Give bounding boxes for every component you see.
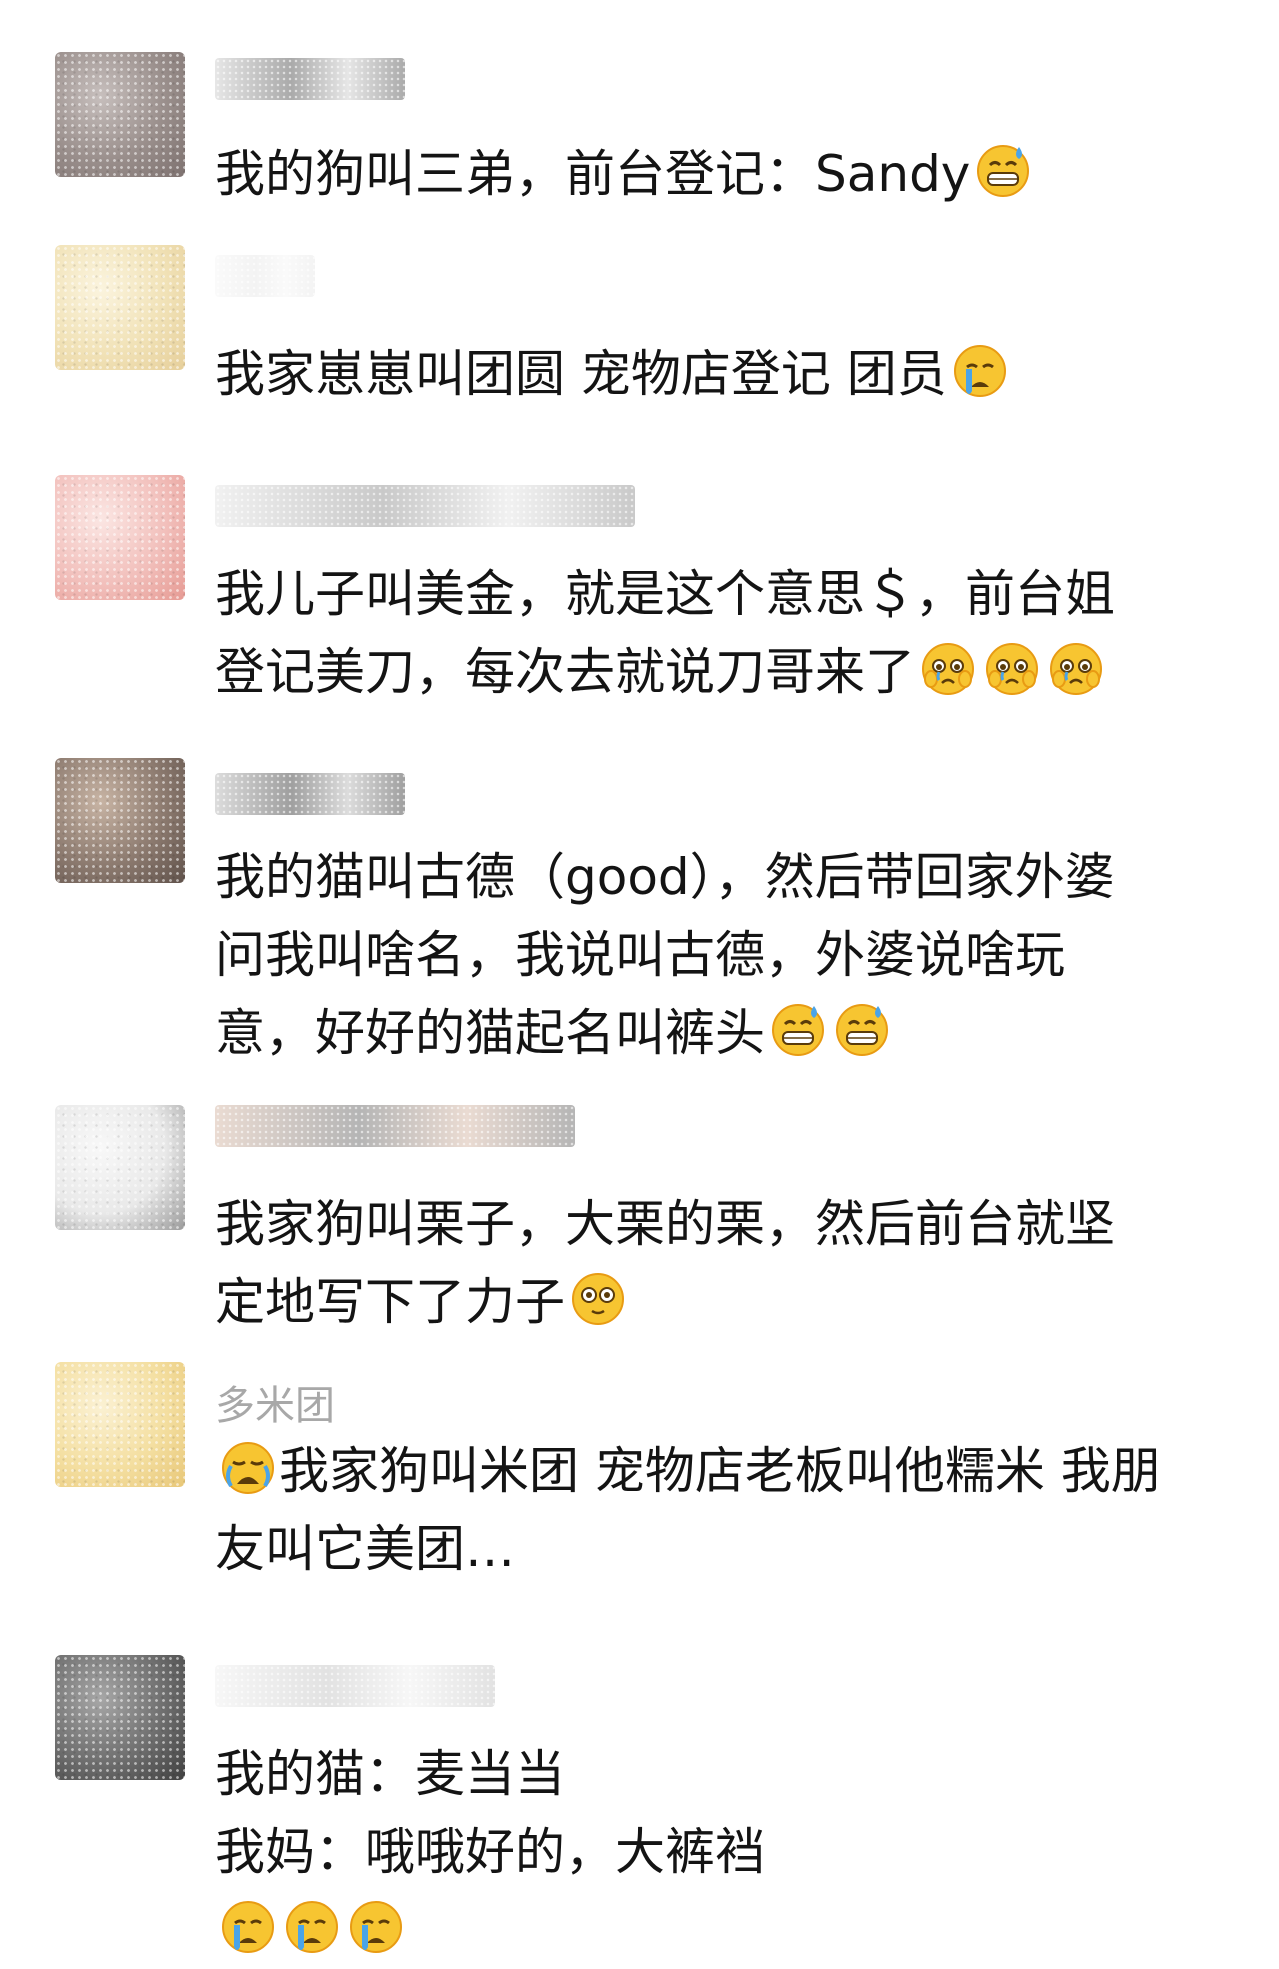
flushed-emoji — [567, 1269, 629, 1327]
comment-line: 我妈：哦哦好的，大裤裆 — [215, 1813, 1245, 1891]
grin-sweat-emoji — [972, 141, 1034, 199]
comment-line-text: 意，好好的猫起名叫裤头 — [215, 1004, 765, 1062]
comment-line-text: 我家狗叫栗子，大栗的栗，然后前台就坚 — [215, 1195, 1115, 1253]
comment-line: 定地写下了力子 — [215, 1263, 1245, 1341]
comment-line-text: 问我叫啥名，我说叫古德，外婆说啥玩 — [215, 926, 1065, 984]
username-blurred[interactable] — [215, 1105, 575, 1147]
comment-line: 意，好好的猫起名叫裤头 — [215, 994, 1245, 1072]
comment-line-text: 我的狗叫三弟，前台登记：Sandy — [215, 145, 971, 203]
comment-line-text: 我的猫叫古德（good），然后带回家外婆 — [215, 848, 1115, 906]
comment-line-text: 定地写下了力子 — [215, 1273, 565, 1331]
comment-line: 我家狗叫栗子，大栗的栗，然后前台就坚 — [215, 1185, 1245, 1263]
comment-line-text: 我家狗叫米团 宠物店老板叫他糯米 我朋 — [279, 1442, 1161, 1500]
crying-emoji — [949, 341, 1011, 399]
comment-line: 友叫它美团… — [215, 1510, 1245, 1588]
comment-line: 我的猫叫古德（good），然后带回家外婆 — [215, 838, 1245, 916]
grin-sweat-emoji — [831, 1000, 893, 1058]
avatar[interactable] — [55, 1362, 185, 1487]
comment-text: 我家狗叫米团 宠物店老板叫他糯米 我朋友叫它美团… — [215, 1432, 1245, 1588]
comment-text: 我家狗叫栗子，大栗的栗，然后前台就坚 定地写下了力子 — [215, 1185, 1245, 1341]
comment-line-text: 我家崽崽叫团圆 宠物店登记 团员 — [215, 345, 947, 403]
avatar[interactable] — [55, 1105, 185, 1230]
comment-text: 我的猫叫古德（good），然后带回家外婆 问我叫啥名，我说叫古德，外婆说啥玩 意，好… — [215, 838, 1245, 1072]
comment-line: 我的狗叫三弟，前台登记：Sandy — [215, 135, 1245, 213]
username[interactable]: 多米团 — [215, 1382, 335, 1430]
comment-line: 我家狗叫米团 宠物店老板叫他糯米 我朋 — [215, 1432, 1245, 1510]
username-blurred[interactable] — [215, 1665, 495, 1707]
avatar[interactable] — [55, 52, 185, 177]
avatar[interactable] — [55, 245, 185, 370]
comment-line-text: 我儿子叫美金，就是这个意思＄，前台姐 — [215, 565, 1115, 623]
comment-text: 我的猫：麦当当我妈：哦哦好的，大裤裆 — [215, 1735, 1245, 1969]
username-blurred[interactable] — [215, 773, 405, 815]
avatar[interactable] — [55, 758, 185, 883]
comment-line: 登记美刀，每次去就说刀哥来了 — [215, 633, 1245, 711]
comment-text: 我儿子叫美金，就是这个意思＄，前台姐 登记美刀，每次去就说刀哥来了 — [215, 555, 1245, 711]
comment-line-text: 我妈：哦哦好的，大裤裆 — [215, 1823, 765, 1881]
pleading-tears-emoji — [981, 639, 1043, 697]
username-blurred[interactable] — [215, 58, 405, 100]
avatar[interactable] — [55, 1655, 185, 1780]
crying-emoji — [345, 1897, 407, 1955]
username-blurred[interactable] — [215, 255, 315, 297]
comment-text: 我家崽崽叫团圆 宠物店登记 团员 — [215, 335, 1245, 413]
comment-line: 我儿子叫美金，就是这个意思＄，前台姐 — [215, 555, 1245, 633]
comment-line: 我家崽崽叫团圆 宠物店登记 团员 — [215, 335, 1245, 413]
avatar[interactable] — [55, 475, 185, 600]
comment-line-text: 友叫它美团… — [215, 1520, 515, 1578]
comment-line-text: 我的猫：麦当当 — [215, 1745, 565, 1803]
comment-line: 问我叫啥名，我说叫古德，外婆说啥玩 — [215, 916, 1245, 994]
comment-line — [215, 1891, 1245, 1969]
username-blurred[interactable] — [215, 485, 635, 527]
crying-emoji — [217, 1897, 279, 1955]
grin-sweat-emoji — [767, 1000, 829, 1058]
loudly-crying-emoji — [217, 1438, 279, 1496]
crying-emoji — [281, 1897, 343, 1955]
comment-text: 我的狗叫三弟，前台登记：Sandy — [215, 135, 1245, 213]
comment-line-text: 登记美刀，每次去就说刀哥来了 — [215, 643, 915, 701]
comment-line: 我的猫：麦当当 — [215, 1735, 1245, 1813]
pleading-tears-emoji — [1045, 639, 1107, 697]
pleading-tears-emoji — [917, 639, 979, 697]
